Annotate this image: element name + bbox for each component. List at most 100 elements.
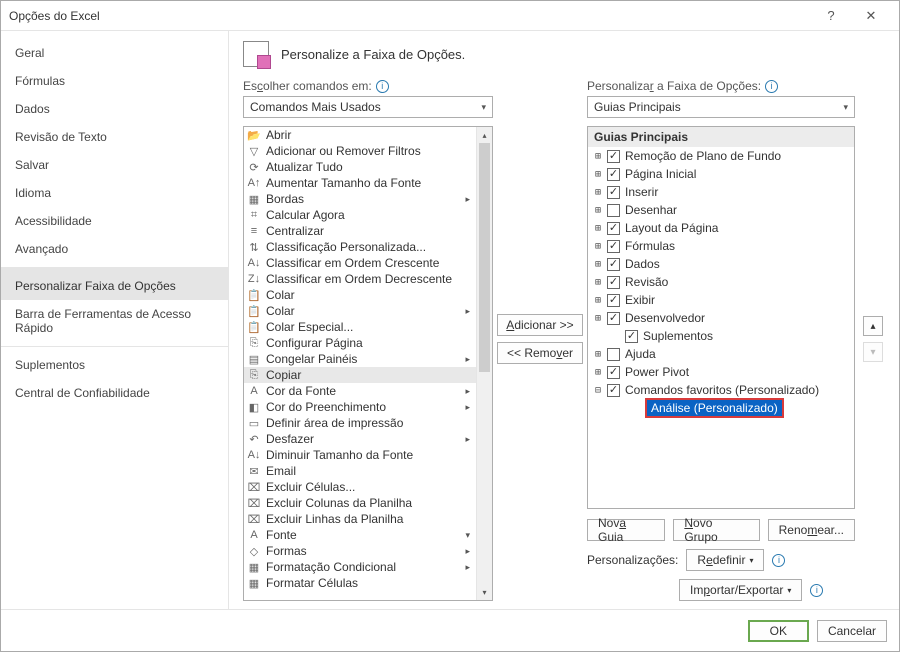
- command-item[interactable]: ⌗Calcular Agora: [244, 207, 476, 223]
- tree-node[interactable]: ⊟Comandos favoritos (Personalizado): [588, 381, 854, 399]
- tree-node[interactable]: ⊞Power Pivot: [588, 363, 854, 381]
- command-item[interactable]: A↓Classificar em Ordem Crescente: [244, 255, 476, 271]
- command-item[interactable]: ▦Formatar Células: [244, 575, 476, 591]
- command-item[interactable]: ▦Bordas▸: [244, 191, 476, 207]
- command-item[interactable]: ⎘Configurar Página: [244, 335, 476, 351]
- tree-node[interactable]: ⊞Revisão: [588, 273, 854, 291]
- command-item[interactable]: ⌧Excluir Linhas da Planilha: [244, 511, 476, 527]
- close-button[interactable]: ✕: [851, 8, 891, 24]
- command-item[interactable]: 📋Colar Especial...: [244, 319, 476, 335]
- info-icon[interactable]: i: [376, 80, 389, 93]
- checkbox[interactable]: [625, 330, 638, 343]
- cancel-button[interactable]: Cancelar: [817, 620, 887, 642]
- expand-icon[interactable]: ⊞: [592, 313, 604, 324]
- scroll-up-icon[interactable]: ▴: [477, 127, 492, 143]
- tree-node[interactable]: ⊞Remoção de Plano de Fundo: [588, 147, 854, 165]
- command-item[interactable]: ◧Cor do Preenchimento▸: [244, 399, 476, 415]
- command-item[interactable]: ⟳Atualizar Tudo: [244, 159, 476, 175]
- sidebar-item[interactable]: Barra de Ferramentas de Acesso Rápido: [1, 300, 228, 342]
- info-icon[interactable]: i: [765, 80, 778, 93]
- ok-button[interactable]: OK: [748, 620, 809, 642]
- expand-icon[interactable]: ⊞: [592, 367, 604, 378]
- commands-listbox[interactable]: 📂Abrir▽Adicionar ou Remover Filtros⟳Atua…: [243, 126, 493, 601]
- sidebar-item[interactable]: Suplementos: [1, 346, 228, 379]
- sidebar-item[interactable]: Salvar: [1, 151, 228, 179]
- expand-icon[interactable]: ⊞: [592, 241, 604, 252]
- command-item[interactable]: ▭Definir área de impressão: [244, 415, 476, 431]
- command-item[interactable]: AFonte▾: [244, 527, 476, 543]
- command-item[interactable]: ⎘Copiar: [244, 367, 476, 383]
- command-item[interactable]: ▦Formatação Condicional▸: [244, 559, 476, 575]
- checkbox[interactable]: [607, 348, 620, 361]
- tree-node[interactable]: ⊞Layout da Página: [588, 219, 854, 237]
- expand-icon[interactable]: ⊞: [592, 277, 604, 288]
- sidebar-item[interactable]: Idioma: [1, 179, 228, 207]
- command-item[interactable]: A↑Aumentar Tamanho da Fonte: [244, 175, 476, 191]
- command-item[interactable]: 📋Colar: [244, 287, 476, 303]
- command-item[interactable]: ≡Centralizar: [244, 223, 476, 239]
- tree-node[interactable]: ⊞Dados: [588, 255, 854, 273]
- command-item[interactable]: ⌧Excluir Células...: [244, 479, 476, 495]
- command-item[interactable]: ▽Adicionar ou Remover Filtros: [244, 143, 476, 159]
- move-up-button[interactable]: ▴: [863, 316, 883, 336]
- rename-button[interactable]: Renomear...: [768, 519, 855, 541]
- checkbox[interactable]: [607, 312, 620, 325]
- checkbox[interactable]: [607, 222, 620, 235]
- sidebar-item[interactable]: Personalizar Faixa de Opções: [1, 267, 228, 300]
- sidebar-item[interactable]: Geral: [1, 39, 228, 67]
- expand-icon[interactable]: ⊞: [592, 259, 604, 270]
- ribbon-tree[interactable]: Guias Principais ⊞Remoção de Plano de Fu…: [587, 126, 855, 509]
- command-item[interactable]: ⇅Classificação Personalizada...: [244, 239, 476, 255]
- command-item[interactable]: ↶Desfazer▸: [244, 431, 476, 447]
- expand-icon[interactable]: ⊞: [592, 169, 604, 180]
- command-item[interactable]: ✉Email: [244, 463, 476, 479]
- checkbox[interactable]: [607, 204, 620, 217]
- checkbox[interactable]: [607, 366, 620, 379]
- expand-icon[interactable]: ⊞: [592, 205, 604, 216]
- expand-icon[interactable]: ⊞: [592, 349, 604, 360]
- expand-icon[interactable]: ⊞: [592, 187, 604, 198]
- add-button[interactable]: Adicionar >>: [497, 314, 583, 336]
- tree-node[interactable]: ⊞Página Inicial: [588, 165, 854, 183]
- command-item[interactable]: A↓Diminuir Tamanho da Fonte: [244, 447, 476, 463]
- sidebar-item[interactable]: Acessibilidade: [1, 207, 228, 235]
- customize-ribbon-combo[interactable]: Guias Principais ▾: [587, 96, 855, 118]
- info-icon[interactable]: i: [772, 554, 785, 567]
- command-item[interactable]: ▤Congelar Painéis▸: [244, 351, 476, 367]
- choose-commands-combo[interactable]: Comandos Mais Usados ▾: [243, 96, 493, 118]
- tree-node[interactable]: ⊞Desenvolvedor: [588, 309, 854, 327]
- move-down-button[interactable]: ▾: [863, 342, 883, 362]
- checkbox[interactable]: [607, 384, 620, 397]
- expand-icon[interactable]: ⊞: [592, 151, 604, 162]
- expand-icon[interactable]: ⊞: [592, 295, 604, 306]
- checkbox[interactable]: [607, 168, 620, 181]
- commands-scrollbar[interactable]: ▴ ▾: [476, 127, 492, 600]
- command-item[interactable]: ACor da Fonte▸: [244, 383, 476, 399]
- tree-node[interactable]: ⊞Ajuda: [588, 345, 854, 363]
- checkbox[interactable]: [607, 294, 620, 307]
- command-item[interactable]: 📂Abrir: [244, 127, 476, 143]
- command-item[interactable]: Z↓Classificar em Ordem Decrescente: [244, 271, 476, 287]
- tree-node[interactable]: ⊞Exibir: [588, 291, 854, 309]
- checkbox[interactable]: [607, 276, 620, 289]
- sidebar-item[interactable]: Dados: [1, 95, 228, 123]
- import-export-button[interactable]: Importar/Exportar ▾: [679, 579, 802, 601]
- new-group-button[interactable]: Novo Grupo: [673, 519, 759, 541]
- info-icon[interactable]: i: [810, 584, 823, 597]
- expand-icon[interactable]: ⊟: [592, 385, 604, 396]
- sidebar-item[interactable]: Revisão de Texto: [1, 123, 228, 151]
- tree-node[interactable]: ⊞Desenhar: [588, 201, 854, 219]
- command-item[interactable]: 📋Colar▸: [244, 303, 476, 319]
- reset-button[interactable]: Redefinir ▾: [686, 549, 764, 571]
- tree-node[interactable]: ⊞Fórmulas: [588, 237, 854, 255]
- checkbox[interactable]: [607, 186, 620, 199]
- checkbox[interactable]: [607, 258, 620, 271]
- command-item[interactable]: ⌧Excluir Colunas da Planilha: [244, 495, 476, 511]
- sidebar-item[interactable]: Avançado: [1, 235, 228, 263]
- remove-button[interactable]: << Remover: [497, 342, 583, 364]
- new-tab-button[interactable]: Nova Guia: [587, 519, 665, 541]
- scroll-down-icon[interactable]: ▾: [477, 584, 492, 600]
- expand-icon[interactable]: ⊞: [592, 223, 604, 234]
- sidebar-item[interactable]: Central de Confiabilidade: [1, 379, 228, 407]
- help-button[interactable]: ?: [811, 8, 851, 23]
